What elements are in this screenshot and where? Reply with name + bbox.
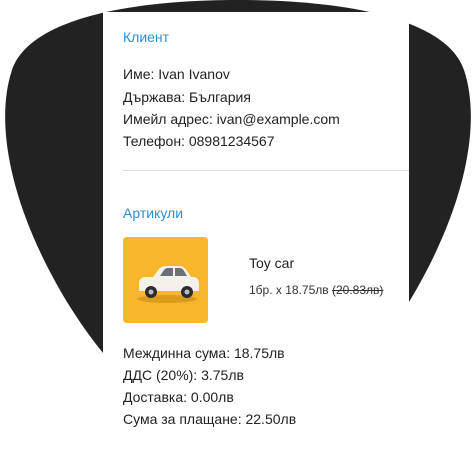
item-old-price: (20.83лв) [331,283,384,297]
section-divider [123,170,409,171]
item-quantity-price: 1бр. x 18.75лв (20.83лв) [249,282,383,298]
items-section-title: Артикули [123,205,184,221]
vat-line: ДДС (20%): 3.75лв [123,367,244,383]
item-name[interactable]: Toy car [249,254,294,272]
shipping-line: Доставка: 0.00лв [123,389,234,405]
customer-country: Държава: България [123,89,251,105]
toy-car-image [123,237,208,323]
page: Клиент Име: Ivan Ivanov Държава: Българи… [0,0,476,452]
order-details-card: Клиент Име: Ivan Ivanov Държава: Българи… [103,12,409,452]
total-line: Сума за плащане: 22.50лв [123,411,297,427]
customer-section-title: Клиент [123,29,170,45]
toy-car-icon[interactable] [123,237,208,323]
customer-name: Име: Ivan Ivanov [123,66,230,82]
customer-email[interactable]: Имейл адрес: ivan@example.com [123,110,340,128]
customer-phone[interactable]: Телефон: 08981234567 [123,132,275,150]
item-qty-unit-price: 1бр. x 18.75лв [249,283,332,297]
subtotal-line: Междинна сума: 18.75лв [123,345,285,361]
